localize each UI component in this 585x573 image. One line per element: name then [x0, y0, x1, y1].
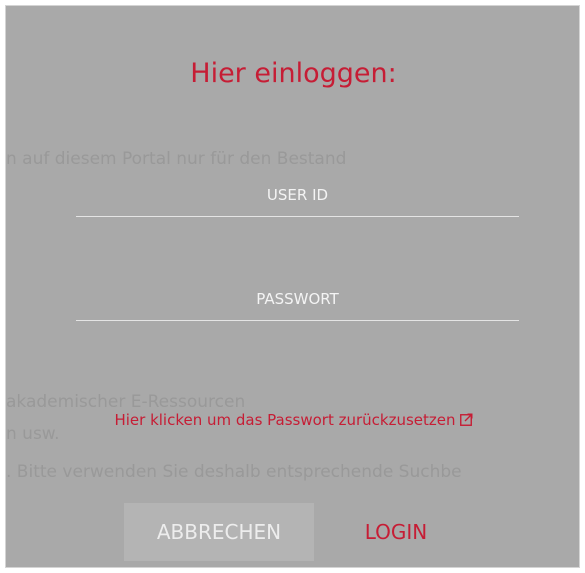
background-text: n auf diesem Portal nur für den Bestand	[6, 149, 347, 169]
background-text: . Bitte verwenden Sie deshalb entspreche…	[6, 462, 462, 482]
password-input[interactable]	[76, 278, 519, 320]
password-field-container	[76, 278, 519, 321]
login-button[interactable]: LOGIN	[326, 503, 466, 561]
user-id-field-container	[76, 174, 519, 217]
external-link-icon	[459, 413, 473, 426]
user-id-input[interactable]	[76, 174, 519, 216]
background-text: akademischer E-Ressourcen	[6, 392, 246, 412]
reset-password-link[interactable]: Hier klicken um das Passwort zurückzuset…	[6, 411, 579, 429]
dialog-title: Hier einloggen:	[190, 58, 397, 89]
reset-password-label: Hier klicken um das Passwort zurückzuset…	[114, 411, 456, 429]
login-dialog: n auf diesem Portal nur für den Bestand …	[5, 5, 580, 568]
cancel-button[interactable]: ABBRECHEN	[124, 503, 314, 561]
